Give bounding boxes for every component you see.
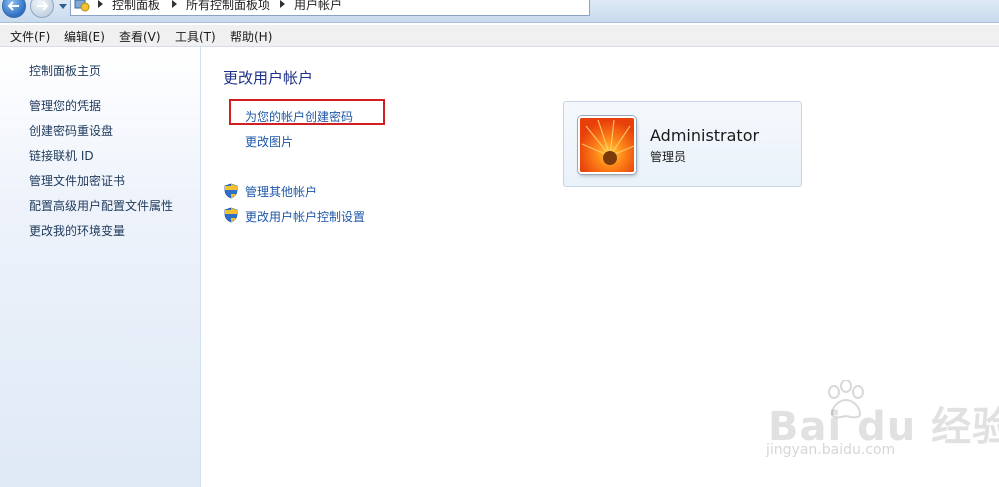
menu-edit[interactable]: 编辑(E) — [64, 28, 105, 45]
sidebar-item-control-panel-home[interactable]: 控制面板主页 — [29, 62, 101, 79]
address-bar: 控制面板 所有控制面板项 用户帐户 — [0, 0, 999, 23]
breadcrumb-item[interactable]: 控制面板 — [112, 0, 160, 13]
sidebar-item-advanced-profile[interactable]: 配置高级用户配置文件属性 — [29, 197, 173, 214]
uac-shield-icon — [224, 183, 238, 199]
menu-bar: 文件(F) 编辑(E) 查看(V) 工具(T) 帮助(H) — [0, 25, 999, 47]
sidebar-item-encryption-certificates[interactable]: 管理文件加密证书 — [29, 172, 125, 189]
sidebar-item-password-reset-disk[interactable]: 创建密码重设盘 — [29, 122, 113, 139]
menu-view[interactable]: 查看(V) — [119, 28, 161, 45]
control-panel-icon — [74, 0, 90, 12]
create-password-link[interactable]: 为您的帐户创建密码 — [245, 108, 353, 125]
uac-shield-icon — [224, 207, 238, 223]
page-title: 更改用户帐户 — [223, 69, 314, 87]
back-button[interactable] — [2, 0, 26, 18]
back-arrow-icon — [7, 1, 19, 11]
menu-tools[interactable]: 工具(T) — [175, 28, 216, 45]
breadcrumb-separator-icon[interactable] — [172, 0, 177, 8]
sidebar-item-manage-credentials[interactable]: 管理您的凭据 — [29, 97, 101, 114]
watermark-url: jingyan.baidu.com — [766, 442, 896, 458]
baidu-watermark: Bai du 经验 jingyan.baidu.com — [762, 380, 999, 470]
breadcrumb-separator-icon[interactable] — [280, 0, 285, 8]
forward-button[interactable] — [30, 0, 54, 18]
user-avatar[interactable] — [578, 116, 636, 174]
menu-help[interactable]: 帮助(H) — [230, 28, 272, 45]
breadcrumb-separator-icon[interactable] — [98, 0, 103, 8]
sidebar-item-environment-variables[interactable]: 更改我的环境变量 — [29, 222, 125, 239]
account-role: 管理员 — [650, 150, 687, 164]
menu-file[interactable]: 文件(F) — [10, 28, 50, 45]
change-picture-link[interactable]: 更改图片 — [245, 133, 293, 150]
breadcrumb-item[interactable]: 用户帐户 — [294, 0, 342, 13]
account-card: Administrator 管理员 — [563, 101, 802, 187]
account-name: Administrator — [650, 126, 760, 145]
manage-other-accounts-link[interactable]: 管理其他帐户 — [245, 183, 317, 200]
sidebar-item-link-online-id[interactable]: 链接联机 ID — [29, 147, 94, 164]
breadcrumb-item[interactable]: 所有控制面板项 — [186, 0, 270, 13]
flower-picture-icon — [580, 118, 634, 172]
uac-settings-link[interactable]: 更改用户帐户控制设置 — [245, 208, 365, 225]
forward-arrow-icon — [37, 1, 49, 11]
recent-pages-dropdown-icon[interactable] — [58, 1, 68, 11]
